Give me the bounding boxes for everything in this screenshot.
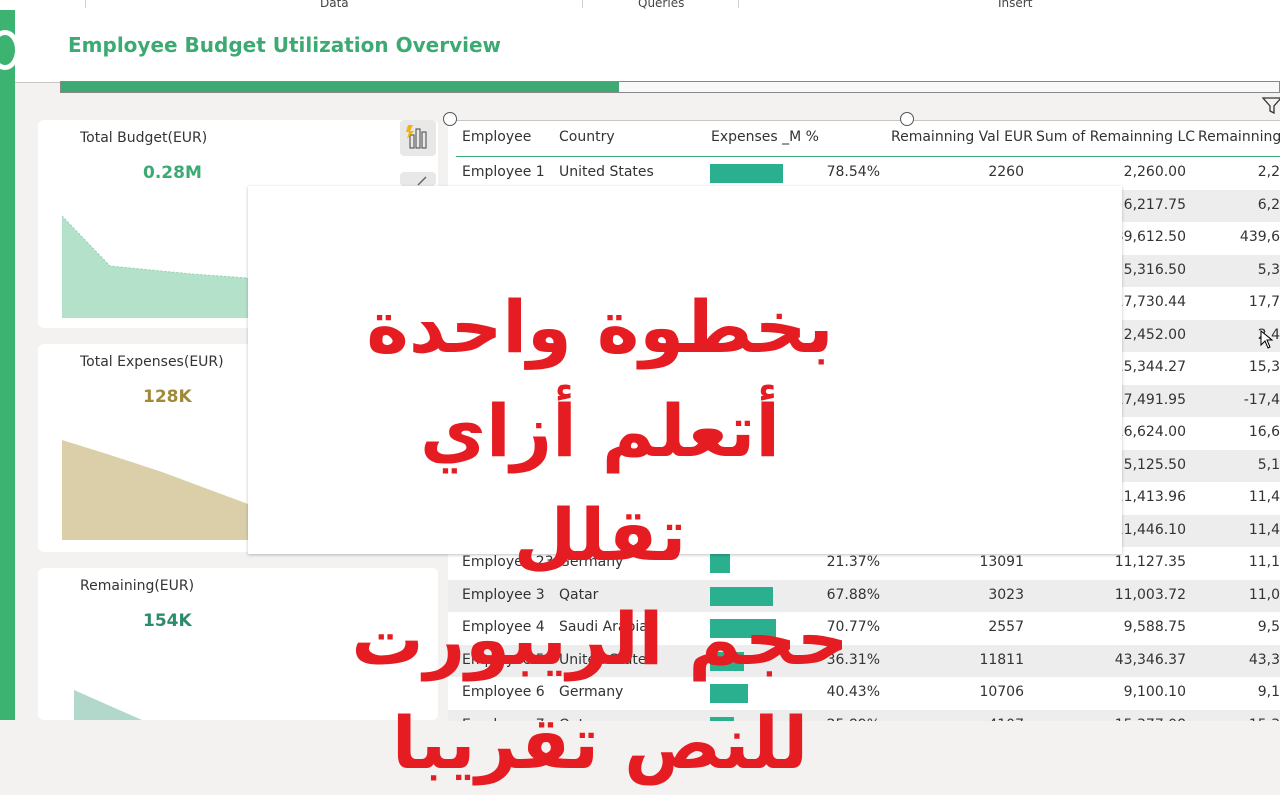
cell-expenses-pct: 78.54% <box>826 164 880 180</box>
cell-remaining-val: 2260 <box>988 164 1024 180</box>
ribbon-group-queries[interactable]: Queries <box>638 0 684 10</box>
cell-remaining: 9,1 <box>1257 684 1280 700</box>
cell-sum-remaining-lc: 15,377.08 <box>1115 717 1186 722</box>
page-title: Employee Budget Utilization Overview <box>68 33 502 57</box>
remaining-area-sparkline <box>74 690 142 720</box>
cell-remaining-val: 11811 <box>979 651 1024 668</box>
cell-remaining: 15,3 <box>1248 359 1280 375</box>
filter-icon[interactable] <box>1262 96 1280 114</box>
ribbon-separator <box>738 0 739 8</box>
cell-sum-remaining-lc: 39,612.50 <box>1114 229 1186 245</box>
cell-sum-remaining-lc: 11,003.72 <box>1114 586 1186 603</box>
overlay-arabic-text: بخطوة واحدة أتعلم أزاي تقلل حجم الريبورت… <box>330 275 870 795</box>
cell-remaining-val: 2557 <box>988 619 1024 635</box>
table-row[interactable]: Employee 1 United States 78.54% 2260 2,260.0… <box>448 157 1280 189</box>
cell-sum-remaining-lc: 11,413.96 <box>1114 489 1186 505</box>
card-label: Total Budget(EUR) <box>80 130 208 146</box>
cell-sum-remaining-lc: 11,127.35 <box>1114 554 1186 570</box>
resize-handle-right[interactable] <box>900 112 914 126</box>
cell-remaining-val: 13091 <box>979 554 1024 570</box>
cell-sum-remaining-lc: 17,730.44 <box>1114 294 1186 310</box>
cell-remaining: 11,4 <box>1248 521 1280 538</box>
ribbon-separator <box>582 0 583 8</box>
cell-sum-remaining-lc: 17,491.95 <box>1114 391 1186 408</box>
progress-fill <box>61 82 619 92</box>
cell-remaining: 11,4 <box>1248 489 1280 505</box>
expenses-area-sparkline <box>62 440 248 540</box>
lightning-chart-icon <box>406 125 427 149</box>
card-label: Total Expenses(EUR) <box>80 354 224 370</box>
cell-remaining-val: 3023 <box>988 586 1024 603</box>
cell-remaining: 5,3 <box>1257 261 1280 278</box>
cell-remaining: 15,3 <box>1249 717 1280 722</box>
cell-remaining: 17,7 <box>1248 294 1280 310</box>
cell-remaining: 43,3 <box>1248 651 1280 668</box>
cell-remaining-val: 4107 <box>988 717 1024 722</box>
left-accent-bar <box>0 10 20 720</box>
card-value: 128K <box>143 387 192 407</box>
cell-remaining: 16,6 <box>1248 424 1280 440</box>
format-button[interactable] <box>400 172 436 186</box>
resize-handle-left[interactable] <box>443 112 457 126</box>
cursor-icon <box>1260 330 1274 349</box>
cell-remaining-val: 10706 <box>979 684 1024 700</box>
expenses-data-bar <box>710 164 784 183</box>
cell-sum-remaining-lc: 9,588.75 <box>1123 619 1186 635</box>
column-header-remaining[interactable]: Remainning <box>1198 129 1280 145</box>
column-header-country[interactable]: Country <box>559 129 615 145</box>
ribbon-group-insert[interactable]: Insert <box>998 0 1032 10</box>
column-header-sum-remaining-lc[interactable]: Sum of Remainning LC <box>1036 129 1195 145</box>
cell-sum-remaining-lc: 9,100.10 <box>1123 684 1186 700</box>
cell-remaining: 11,1 <box>1248 554 1280 570</box>
cell-remaining: 5,1 <box>1257 456 1280 473</box>
overlay-line: للنص تقريبا <box>391 701 809 785</box>
cell-country: United States <box>559 164 654 180</box>
cell-sum-remaining-lc: 2,452.00 <box>1123 326 1186 343</box>
card-value: 0.28M <box>143 163 202 183</box>
utilization-progress-bar <box>60 81 1280 93</box>
cell-remaining: 9,5 <box>1257 619 1280 635</box>
cell-remaining: -17,4 <box>1243 391 1280 408</box>
cell-sum-remaining-lc: 2,260.00 <box>1123 164 1186 180</box>
cell-employee: Employee 1 <box>462 164 545 180</box>
cell-sum-remaining-lc: 5,316.50 <box>1123 261 1186 278</box>
cell-sum-remaining-lc: 15,344.27 <box>1114 359 1186 375</box>
overlay-line: أتعلم أزاي تقلل <box>419 389 781 577</box>
cell-remaining: 11,0 <box>1248 586 1280 603</box>
cell-remaining: 6,2 <box>1257 196 1280 213</box>
brush-icon <box>417 176 427 186</box>
budget-area-sparkline <box>62 216 248 318</box>
ribbon-group-data[interactable]: Data <box>320 0 349 10</box>
column-header-expenses-pct[interactable]: Expenses _M % <box>711 129 819 145</box>
visual-type-button[interactable] <box>400 120 436 156</box>
overlay-line: حجم الريبورت <box>351 597 849 681</box>
column-header-remaining-val[interactable]: Remainning Val EUR <box>891 129 1033 145</box>
card-value: 154K <box>143 611 192 631</box>
cell-sum-remaining-lc: 5,125.50 <box>1123 456 1186 473</box>
cell-sum-remaining-lc: 43,346.37 <box>1114 651 1186 668</box>
column-header-employee[interactable]: Employee <box>462 129 531 145</box>
card-label: Remaining(EUR) <box>80 578 195 594</box>
cell-sum-remaining-lc: 11,446.10 <box>1114 521 1186 538</box>
overlay-line: بخطوة واحدة <box>366 285 834 369</box>
cell-sum-remaining-lc: 6,217.75 <box>1123 196 1186 213</box>
cell-remaining: 439,6 <box>1239 229 1280 245</box>
ribbon-separator <box>85 0 86 8</box>
cell-remaining: 2,2 <box>1257 164 1280 180</box>
cell-sum-remaining-lc: 16,624.00 <box>1114 424 1186 440</box>
